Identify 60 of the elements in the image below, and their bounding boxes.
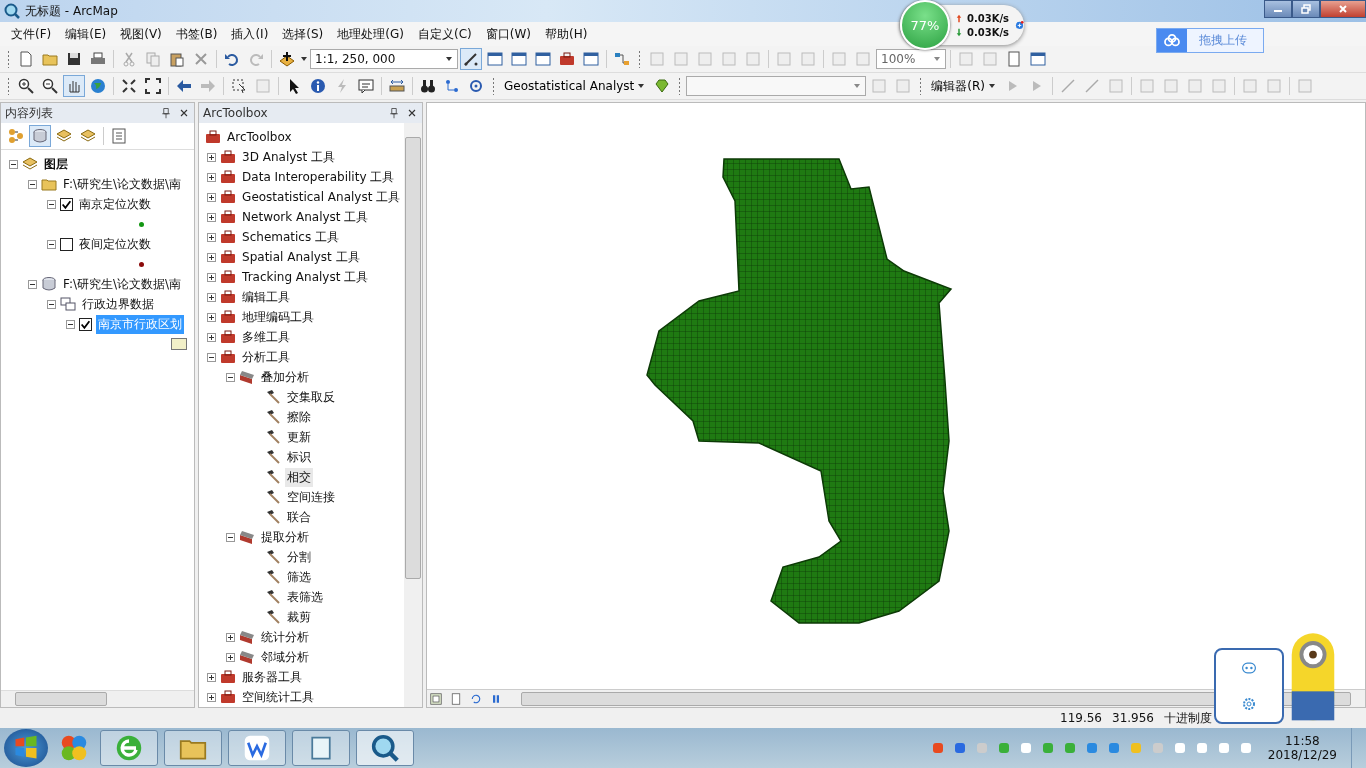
tree-item[interactable]: 叠加分析 xyxy=(259,367,312,387)
tree-item[interactable]: 编辑工具 xyxy=(240,287,293,307)
tree-item[interactable]: Spatial Analyst 工具 xyxy=(240,247,362,267)
menu-item[interactable]: 文件(F) xyxy=(4,25,59,43)
tree-item[interactable]: 多维工具 xyxy=(240,327,293,347)
clock-date: 2018/12/29 xyxy=(1267,748,1337,762)
menu-item[interactable]: 编辑(E) xyxy=(58,25,114,43)
layer-name[interactable]: 南京定位次数 xyxy=(77,194,153,214)
menu-item[interactable]: 帮助(H) xyxy=(537,25,595,43)
tree-item[interactable]: 地理编码工具 xyxy=(240,307,317,327)
coordinate-units: 十进制度 xyxy=(1164,709,1212,727)
tree-item[interactable]: 空间连接 xyxy=(285,487,338,507)
tree-item[interactable]: 提取分析 xyxy=(259,527,312,547)
panel-title: ArcToolbox xyxy=(203,106,269,120)
clock[interactable]: 11:58 2018/12/29 xyxy=(1259,734,1345,762)
menu-item[interactable]: 插入(I) xyxy=(224,25,276,43)
menu-item[interactable]: 地理处理(G) xyxy=(330,25,411,43)
tree-item[interactable]: 3D Analyst 工具 xyxy=(240,147,338,167)
layer-name[interactable]: F:\研究生\论文数据\南 xyxy=(61,274,184,294)
download-speed: 0.03K/s xyxy=(956,26,1010,38)
menu-item[interactable]: 窗口(W) xyxy=(478,25,538,43)
tree-item[interactable]: 筛选 xyxy=(285,567,314,587)
tree-item[interactable]: 分析工具 xyxy=(240,347,293,367)
menu-item[interactable]: 自定义(C) xyxy=(410,25,479,43)
tree-item[interactable]: 邻域分析 xyxy=(259,647,312,667)
tree-item[interactable]: ArcToolbox xyxy=(225,129,294,145)
y-coordinate: 31.956 xyxy=(1112,711,1154,725)
layer-name[interactable]: 图层 xyxy=(42,154,70,174)
tree-item[interactable]: Network Analyst 工具 xyxy=(240,207,371,227)
layer-name[interactable]: 夜间定位次数 xyxy=(77,234,153,254)
layer-name[interactable]: 行政边界数据 xyxy=(80,294,156,314)
geostatistical-analyst-menu[interactable]: Geostatistical Analyst xyxy=(500,79,650,93)
tree-item[interactable]: 擦除 xyxy=(285,407,314,427)
tree-item[interactable]: 裁剪 xyxy=(285,607,314,627)
window-title: 无标题 - ArcMap xyxy=(25,2,118,20)
layer-name[interactable]: F:\研究生\论文数据\南 xyxy=(61,174,184,194)
tree-item[interactable]: 表筛选 xyxy=(285,587,326,607)
tree-item[interactable]: 标识 xyxy=(285,447,314,467)
tree-item[interactable]: 服务器工具 xyxy=(240,667,305,687)
upload-speed: 0.03K/s xyxy=(956,12,1010,24)
tree-item[interactable]: 相交 xyxy=(285,467,314,487)
tree-item[interactable]: Data Interoperability 工具 xyxy=(240,167,397,187)
tree-item[interactable]: 统计分析 xyxy=(259,627,312,647)
tree-item[interactable]: Geostatistical Analyst 工具 xyxy=(240,187,403,207)
tree-item[interactable]: Schematics 工具 xyxy=(240,227,342,247)
tree-item[interactable]: 更新 xyxy=(285,427,314,447)
scale-dropdown[interactable]: 1:1, 250, 000 xyxy=(310,49,458,69)
tree-item[interactable]: 空间统计工具 xyxy=(240,687,317,707)
clock-time: 11:58 xyxy=(1285,734,1320,748)
tree-item[interactable]: 联合 xyxy=(285,507,314,527)
panel-title: 内容列表 xyxy=(5,104,54,122)
menu-item[interactable]: 书签(B) xyxy=(168,25,225,43)
tree-item[interactable]: Tracking Analyst 工具 xyxy=(240,267,371,287)
editor-menu[interactable]: 编辑器(R) xyxy=(927,77,1001,95)
tree-item[interactable]: 分割 xyxy=(285,547,314,567)
zoom-dropdown[interactable]: 100% xyxy=(876,49,946,69)
x-coordinate: 119.56 xyxy=(1060,711,1102,725)
menu-item[interactable]: 视图(V) xyxy=(113,25,169,43)
tree-item[interactable]: 交集取反 xyxy=(285,387,338,407)
menu-item[interactable]: 选择(S) xyxy=(275,25,331,43)
